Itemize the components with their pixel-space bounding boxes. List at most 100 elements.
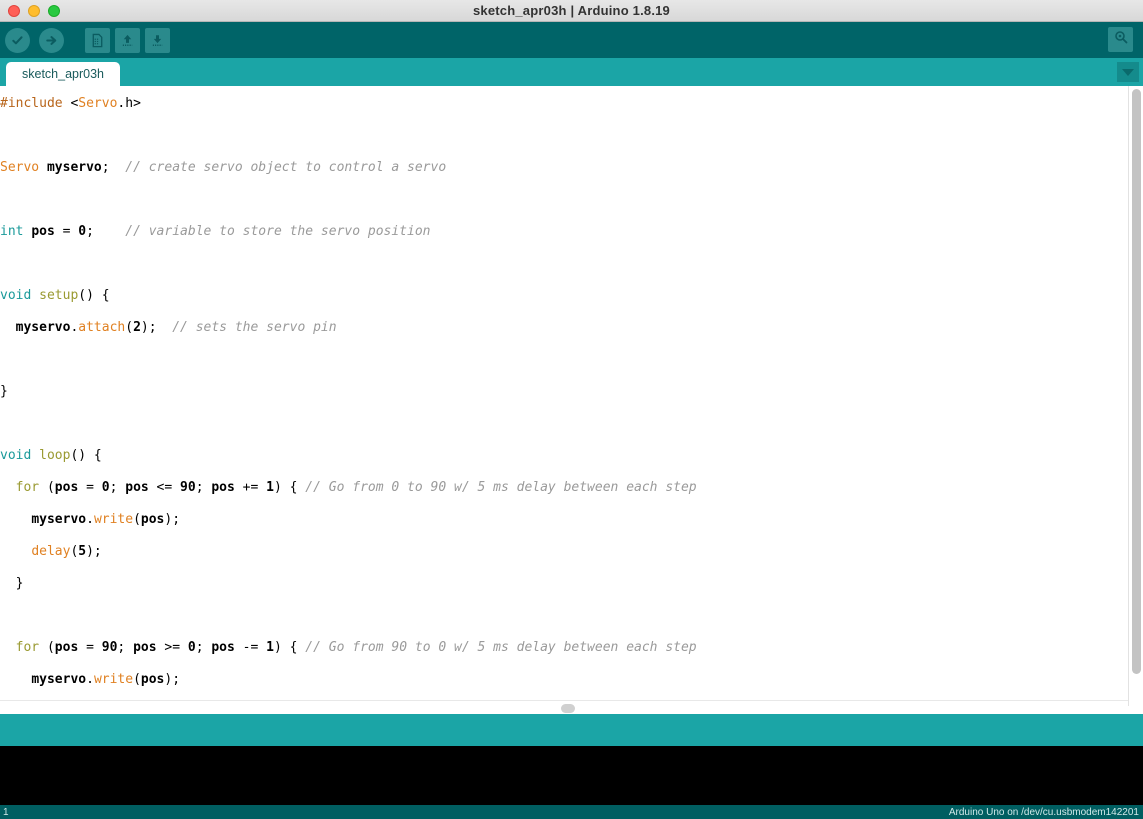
verify-button[interactable] xyxy=(4,27,30,53)
code-token: int xyxy=(0,224,24,239)
code-line: } xyxy=(0,376,728,408)
code-token: loop xyxy=(39,448,71,463)
code-token: setup xyxy=(39,288,79,303)
code-token: myservo xyxy=(31,512,87,527)
code-editor[interactable]: #include <Servo.h> Servo myservo; // cre… xyxy=(0,86,1143,706)
code-line: } xyxy=(0,568,728,600)
code-token: void xyxy=(0,448,32,463)
sketch-tab-bar: sketch_apr03h xyxy=(0,58,1143,86)
code-token: = xyxy=(54,224,79,239)
upload-button[interactable] xyxy=(38,27,64,53)
code-token: ; xyxy=(117,640,134,655)
editor-status-strip xyxy=(0,714,1143,746)
code-token: -= xyxy=(234,640,267,655)
code-token: 90 xyxy=(101,640,118,655)
line-number-indicator: 1 xyxy=(3,806,9,818)
code-token: ; xyxy=(86,224,126,239)
code-token: myservo xyxy=(31,672,87,687)
code-token: } xyxy=(0,576,24,591)
code-token: void xyxy=(0,288,32,303)
code-line: void loop() { xyxy=(0,440,728,472)
code-line: delay(5); xyxy=(0,536,728,568)
code-token: pos xyxy=(211,640,235,655)
code-token: // Go from 90 to 0 w/ 5 ms delay between… xyxy=(305,640,697,655)
minimize-window-button[interactable] xyxy=(28,5,40,17)
code-token: >= xyxy=(156,640,188,655)
code-token: ; xyxy=(195,480,212,495)
code-token: pos xyxy=(54,480,79,495)
code-token: pos xyxy=(140,512,165,527)
code-token: () { xyxy=(70,448,102,463)
code-token: for xyxy=(15,640,40,655)
chevron-down-icon xyxy=(1122,68,1134,76)
editor-vertical-scrollbar[interactable] xyxy=(1128,86,1143,706)
window-titlebar: sketch_apr03h | Arduino 1.8.19 xyxy=(0,0,1143,22)
code-token: . xyxy=(86,672,94,687)
code-token: 1 xyxy=(266,640,274,655)
editor-horizontal-scrollbar[interactable] xyxy=(0,700,1128,714)
arrow-up-icon xyxy=(114,27,140,53)
code-token: 0 xyxy=(78,224,87,239)
serial-monitor-button[interactable] xyxy=(1108,27,1133,52)
code-token: // sets the servo pin xyxy=(172,320,337,335)
arduino-ide-window: sketch_apr03h | Arduino 1.8.19 sketch_ap… xyxy=(0,0,1143,819)
code-token: = xyxy=(78,480,102,495)
code-line: myservo.attach(2); // sets the servo pin xyxy=(0,312,728,344)
tab-label: sketch_apr03h xyxy=(22,67,105,81)
console-output[interactable] xyxy=(0,746,1143,805)
code-token: ); xyxy=(164,512,181,527)
code-token: attach xyxy=(78,320,126,335)
code-token: pos xyxy=(54,640,79,655)
checkmark-icon xyxy=(4,27,30,53)
code-token: ) { xyxy=(273,640,306,655)
code-token: ); xyxy=(164,672,181,687)
window-title: sketch_apr03h | Arduino 1.8.19 xyxy=(472,3,670,18)
code-token: } xyxy=(0,384,8,399)
code-token: write xyxy=(93,672,134,687)
code-token: = xyxy=(78,640,102,655)
code-token: ) { xyxy=(273,480,306,495)
tab-menu-button[interactable] xyxy=(1117,62,1139,82)
code-token: pos xyxy=(125,480,149,495)
code-token: write xyxy=(93,512,134,527)
open-sketch-button[interactable] xyxy=(114,27,140,53)
code-token: #include xyxy=(0,96,71,111)
code-token: pos xyxy=(140,672,165,687)
code-token: 90 xyxy=(180,480,196,495)
save-sketch-button[interactable] xyxy=(144,27,170,53)
code-token: pos xyxy=(31,224,55,239)
code-line: for (pos = 90; pos >= 0; pos -= 1) { // … xyxy=(0,632,728,664)
zoom-window-button[interactable] xyxy=(48,5,60,17)
code-token: ); xyxy=(140,320,173,335)
board-port-indicator: Arduino Uno on /dev/cu.usbmodem142201 xyxy=(948,806,1139,818)
tab-sketch-apr03h[interactable]: sketch_apr03h xyxy=(6,62,121,86)
code-token: ; xyxy=(101,160,126,175)
code-line: for (pos = 0; pos <= 90; pos += 1) { // … xyxy=(0,472,728,504)
code-token: 1 xyxy=(266,480,274,495)
toolbar-file-actions xyxy=(84,27,170,53)
code-line: #include <Servo.h> xyxy=(0,88,728,120)
vertical-scrollbar-thumb[interactable] xyxy=(1132,89,1141,674)
magnifier-icon xyxy=(1113,29,1129,50)
code-line: int pos = 0; // variable to store the se… xyxy=(0,216,728,248)
code-line: Servo myservo; // create servo object to… xyxy=(0,152,728,184)
close-window-button[interactable] xyxy=(8,5,20,17)
code-text[interactable]: #include <Servo.h> Servo myservo; // cre… xyxy=(0,86,728,706)
horizontal-scrollbar-thumb[interactable] xyxy=(561,704,575,713)
code-token: ); xyxy=(86,544,102,559)
document-icon xyxy=(84,27,110,53)
code-token: . xyxy=(86,512,94,527)
code-token: ( xyxy=(39,480,55,495)
code-token: <= xyxy=(148,480,181,495)
code-token: ( xyxy=(133,512,141,527)
new-sketch-button[interactable] xyxy=(84,27,110,53)
